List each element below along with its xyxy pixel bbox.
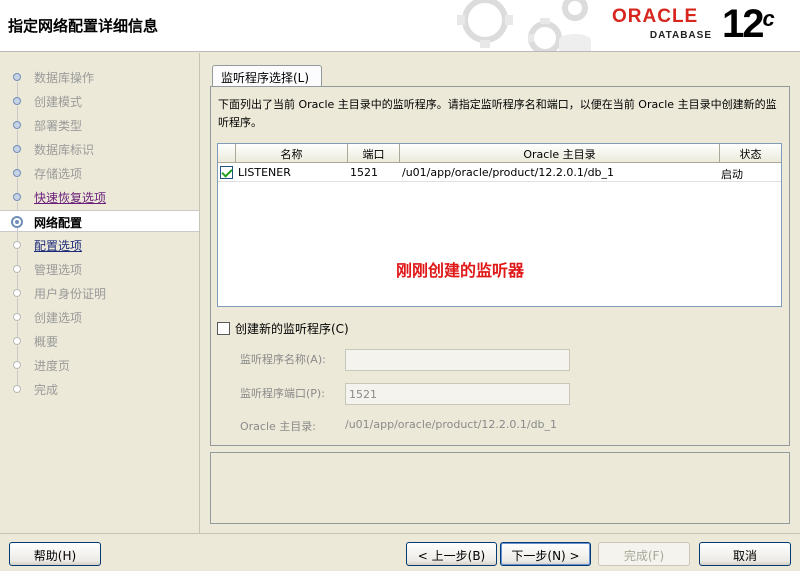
sidebar-step-label: 进度页 [34,359,71,373]
step-indicator-icon [11,216,23,228]
listener-table: 名称 端口 Oracle 主目录 状态 LISTENER 1521 /u01/a… [217,143,782,307]
step-indicator-icon [13,337,21,345]
step-indicator-icon [13,73,21,81]
step-indicator-icon [13,97,21,105]
table-header-home[interactable]: Oracle 主目录 [400,144,720,163]
sidebar-step: 网络配置 [0,210,199,243]
listener-home-cell: /u01/app/oracle/product/12.2.0.1/db_1 [402,166,615,179]
sidebar-step: 创建模式 [0,90,199,122]
listener-selection-panel: 下面列出了当前 Oracle 主目录中的监听程序。请指定监听程序名和端口，以便在… [210,86,790,446]
oracle-home-value: /u01/app/oracle/product/12.2.0.1/db_1 [345,418,558,431]
sidebar-step: 部署类型 [0,114,199,146]
oracle-logo: ORACLE DATABASE [612,6,720,46]
sidebar-step: 数据库操作 [0,66,199,98]
sidebar-step-label: 快速恢复选项 [34,191,107,205]
sidebar-step-label: 用户身份证明 [34,287,107,301]
listener-name-label: 监听程序名称(A): [240,353,326,366]
sidebar-step-label: 数据库标识 [34,143,95,157]
sidebar-step-label: 创建模式 [34,95,83,109]
create-new-listener-label: 创建新的监听程序(C) [235,322,349,336]
message-pane [210,452,790,524]
listener-port-field[interactable]: 1521 [345,383,570,405]
listener-port-cell: 1521 [350,166,378,179]
sidebar-step-label: 数据库操作 [34,71,95,85]
sidebar-step: 用户身份证明 [0,282,199,314]
tab-listener-selection[interactable]: 监听程序选择(L) [212,65,322,87]
step-indicator-icon [13,169,21,177]
step-indicator-icon [13,265,21,273]
version-logo: 12c [722,2,775,47]
sidebar-step-label: 管理选项 [34,263,83,277]
step-indicator-icon [13,241,21,249]
sidebar-step-label: 部署类型 [34,119,83,133]
oracle-brand-text: ORACLE [612,6,699,27]
description-text: 下面列出了当前 Oracle 主目录中的监听程序。请指定监听程序名和端口，以便在… [218,98,777,129]
table-header-name[interactable]: 名称 [236,144,348,163]
step-indicator-icon [13,289,21,297]
sidebar-step[interactable]: 配置选项 [0,234,199,266]
database-brand-text: DATABASE [649,30,712,41]
sidebar-step: 完成 [0,378,199,400]
back-button[interactable]: < 上一步(B) [406,542,497,566]
oracle-home-label: Oracle 主目录: [240,420,316,433]
page-title: 指定网络配置详细信息 [8,17,159,35]
sidebar-step: 管理选项 [0,258,199,290]
step-indicator-icon [13,361,21,369]
sidebar-step: 创建选项 [0,306,199,338]
sidebar-step: 数据库标识 [0,138,199,170]
sidebar-step-label: 完成 [34,383,59,397]
listener-status-cell: 启动 [721,168,743,181]
step-indicator-icon [13,313,21,321]
cancel-button[interactable]: 取消 [699,542,791,566]
header-banner: 指定网络配置详细信息 ORACLE DATABASE 12c [0,0,800,52]
step-navigation: 数据库操作创建模式部署类型数据库标识存储选项快速恢复选项 网络配置配置选项管理选项… [0,53,200,533]
version-number: 12 [722,2,764,46]
listener-name-field[interactable] [345,349,570,371]
listener-port-label: 监听程序端口(P): [240,387,325,400]
sidebar-step-label: 创建选项 [34,311,83,325]
gears-graphic-icon [457,0,591,51]
create-new-listener-checkbox[interactable] [217,322,230,335]
sidebar-step-label: 概要 [34,335,59,349]
step-indicator-icon [13,385,21,393]
footer-divider [0,533,800,534]
step-indicator-icon [13,121,21,129]
sidebar-step-label: 存储选项 [34,167,83,181]
table-header-status[interactable]: 状态 [720,144,781,163]
version-suffix: c [762,6,775,31]
sidebar-step[interactable]: 快速恢复选项 [0,186,199,218]
table-header-port[interactable]: 端口 [348,144,400,163]
step-indicator-icon [13,145,21,153]
listener-row-checkbox[interactable] [220,166,233,179]
sidebar-step: 进度页 [0,354,199,386]
table-header-select [218,144,236,163]
sidebar-step: 存储选项 [0,162,199,194]
step-indicator-icon [13,193,21,201]
listener-name-cell: LISTENER [238,166,291,179]
help-button[interactable]: 帮助(H) [9,542,101,566]
next-button[interactable]: 下一步(N) > [500,542,591,566]
sidebar-step-label: 网络配置 [34,216,83,230]
annotation-text: 刚刚创建的监听器 [396,261,525,280]
sidebar-step-label: 配置选项 [34,239,83,253]
sidebar-step: 概要 [0,330,199,362]
finish-button[interactable]: 完成(F) [598,542,690,566]
